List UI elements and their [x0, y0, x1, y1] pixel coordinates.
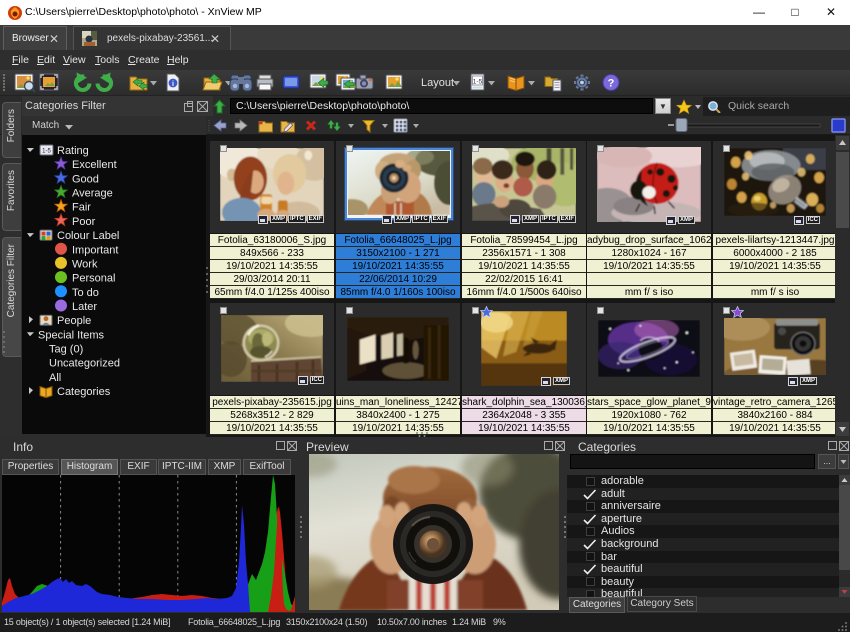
svg-text:Fair: Fair: [72, 202, 91, 214]
svg-text:Uncategorized: Uncategorized: [49, 358, 120, 370]
svg-text:All: All: [49, 372, 61, 384]
svg-text:Important: Important: [72, 244, 118, 256]
svg-text:Average: Average: [72, 188, 113, 200]
svg-text:Rating: Rating: [57, 145, 89, 157]
svg-text:Poor: Poor: [72, 216, 96, 228]
svg-text:Work: Work: [72, 258, 98, 270]
svg-text:Categories: Categories: [57, 386, 111, 398]
svg-text:Tag (0): Tag (0): [49, 344, 83, 356]
svg-text:Layout: Layout: [421, 77, 454, 89]
svg-text:Excellent: Excellent: [72, 159, 117, 171]
svg-text:People: People: [57, 315, 91, 327]
svg-text:Later: Later: [72, 301, 97, 313]
svg-text:1-5: 1-5: [42, 149, 51, 155]
svg-text:Colour Label: Colour Label: [57, 230, 119, 242]
svg-text:1-5: 1-5: [473, 79, 483, 86]
svg-text:To do: To do: [72, 287, 99, 299]
svg-text:Personal: Personal: [72, 273, 115, 285]
svg-text:?: ?: [608, 78, 615, 90]
svg-text:Good: Good: [72, 173, 99, 185]
svg-text:Special Items: Special Items: [38, 329, 105, 341]
svg-text:i: i: [172, 81, 174, 88]
